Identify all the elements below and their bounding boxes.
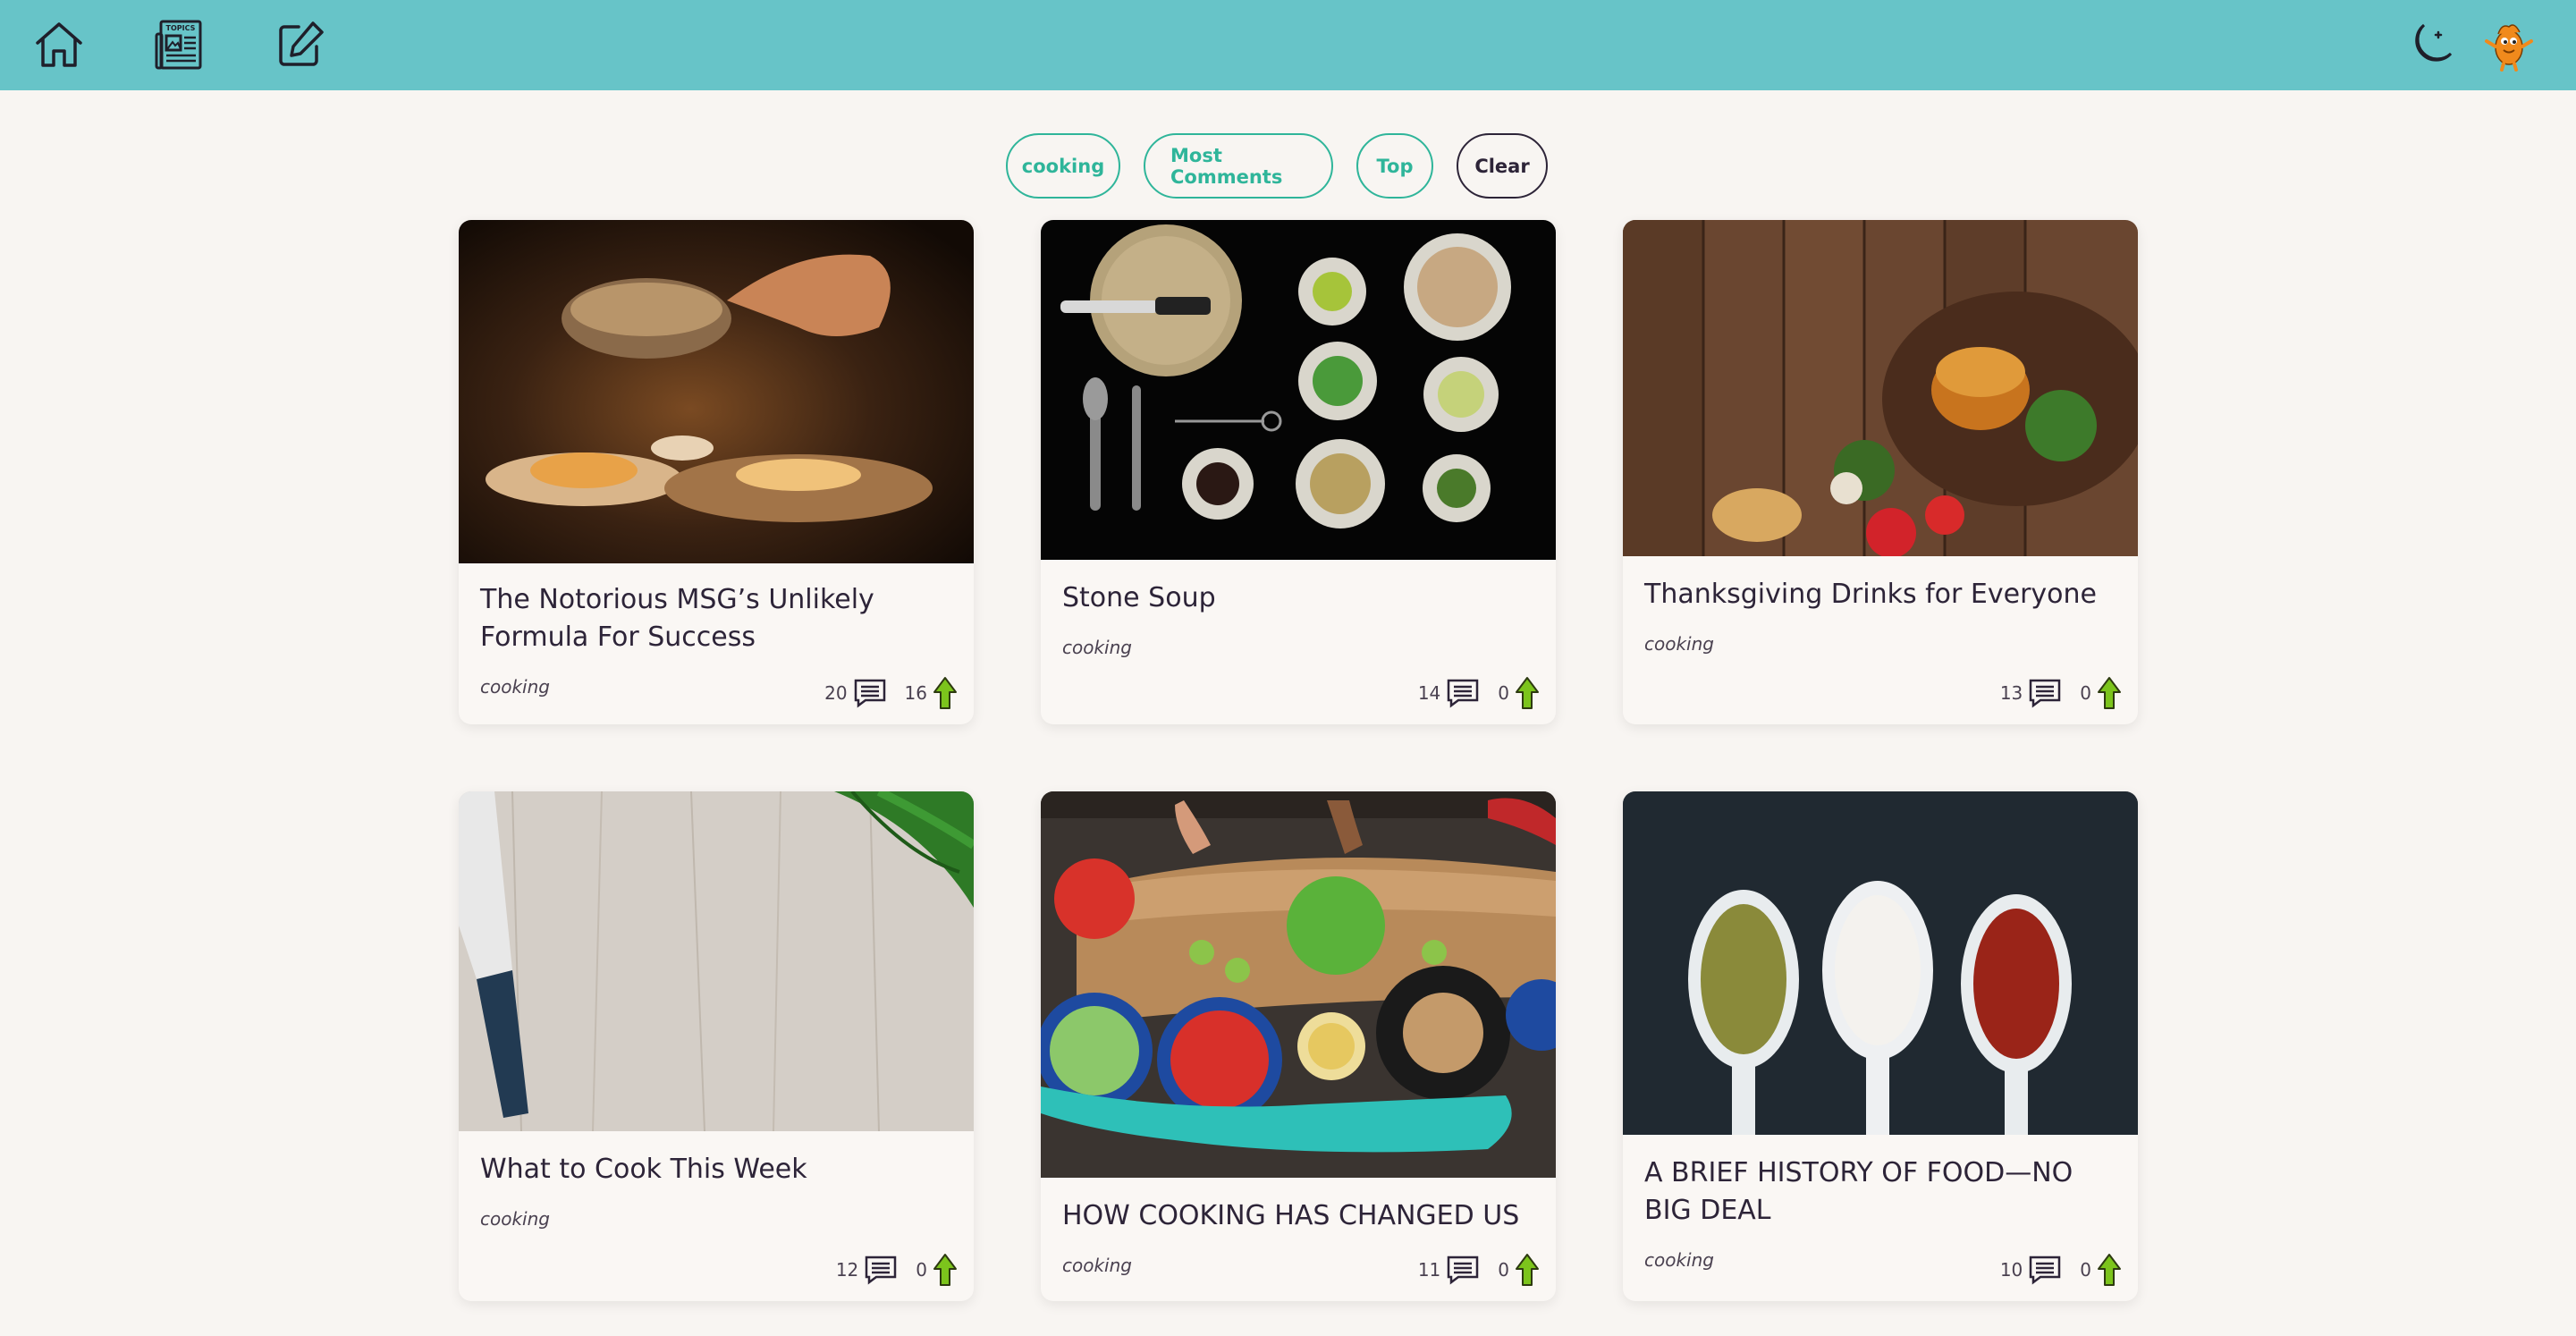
article-topic[interactable]: cooking [480,1208,550,1230]
upvote-arrow-icon[interactable] [2097,676,2122,710]
topic-filter-cooking[interactable]: cooking [1006,133,1120,199]
comment-count: 12 [835,1259,859,1281]
comment-count: 10 [1999,1259,2023,1281]
article-card[interactable]: What to Cook This Week cooking 12 0 [459,791,974,1301]
avatar-icon[interactable] [2480,16,2538,73]
article-image [459,220,974,563]
article-card[interactable]: Thanksgiving Drinks for Everyone cooking… [1623,220,2138,724]
top-navigation-bar: TOPICS [0,0,2576,90]
comment-count: 11 [1417,1259,1441,1281]
article-image [1041,791,1556,1178]
article-image [1623,220,2138,556]
article-topic[interactable]: cooking [1644,633,1714,655]
vote-count: 0 [1498,682,1509,704]
article-card[interactable]: Stone Soup cooking 14 0 [1041,220,1556,724]
sort-top-button[interactable]: Top [1356,133,1433,199]
article-title[interactable]: Thanksgiving Drinks for Everyone [1644,576,2116,613]
vote-count: 0 [1498,1259,1509,1281]
article-title[interactable]: Stone Soup [1062,579,1534,617]
article-topic[interactable]: cooking [1644,1249,1714,1271]
upvote-arrow-icon[interactable] [1515,1253,1540,1287]
vote-count: 0 [916,1259,927,1281]
article-image [1041,220,1556,560]
article-stats: 10 0 [2000,1253,2122,1287]
article-title[interactable]: A BRIEF HISTORY OF FOOD—NO BIG DEAL [1644,1154,2116,1230]
comment-count: 14 [1417,682,1441,704]
filter-bar: cooking Most Comments Top Clear [0,133,2576,199]
article-topic[interactable]: cooking [480,676,550,698]
article-stats: 13 0 [2000,676,2122,710]
comment-count: 20 [824,682,848,704]
article-title[interactable]: What to Cook This Week [480,1151,952,1188]
moon-icon[interactable] [2401,16,2458,73]
vote-count: 16 [904,682,927,704]
upvote-arrow-icon[interactable] [1515,676,1540,710]
comment-icon [1446,678,1480,708]
article-topic[interactable]: cooking [1062,637,1132,658]
article-card[interactable]: The Notorious MSG’s Unlikely Formula For… [459,220,974,724]
article-image [459,791,974,1131]
article-stats: 12 0 [836,1253,958,1287]
comment-icon [864,1255,898,1285]
article-title[interactable]: The Notorious MSG’s Unlikely Formula For… [480,581,952,656]
upvote-arrow-icon[interactable] [933,1253,958,1287]
article-topic[interactable]: cooking [1062,1255,1132,1276]
clear-filters-button[interactable]: Clear [1457,133,1548,199]
home-icon[interactable] [30,16,88,73]
article-title[interactable]: HOW COOKING HAS CHANGED US [1062,1197,1534,1235]
vote-count: 0 [2080,1259,2091,1281]
upvote-arrow-icon[interactable] [2097,1253,2122,1287]
sort-most-comments-button[interactable]: Most Comments [1144,133,1333,199]
article-stats: 14 0 [1418,676,1540,710]
article-stats: 20 16 [824,676,958,710]
article-stats: 11 0 [1418,1253,1540,1287]
upvote-arrow-icon[interactable] [933,676,958,710]
comment-icon [853,678,887,708]
comment-icon [2028,1255,2062,1285]
article-card[interactable]: A BRIEF HISTORY OF FOOD—NO BIG DEAL cook… [1623,791,2138,1301]
topics-newspaper-icon[interactable]: TOPICS [152,16,209,73]
comment-icon [2028,678,2062,708]
article-card[interactable]: HOW COOKING HAS CHANGED US cooking 11 0 [1041,791,1556,1301]
topics-icon-label: TOPICS [166,24,196,32]
article-image [1623,791,2138,1135]
vote-count: 0 [2080,682,2091,704]
edit-icon[interactable] [272,16,329,73]
comment-icon [1446,1255,1480,1285]
comment-count: 13 [1999,682,2023,704]
